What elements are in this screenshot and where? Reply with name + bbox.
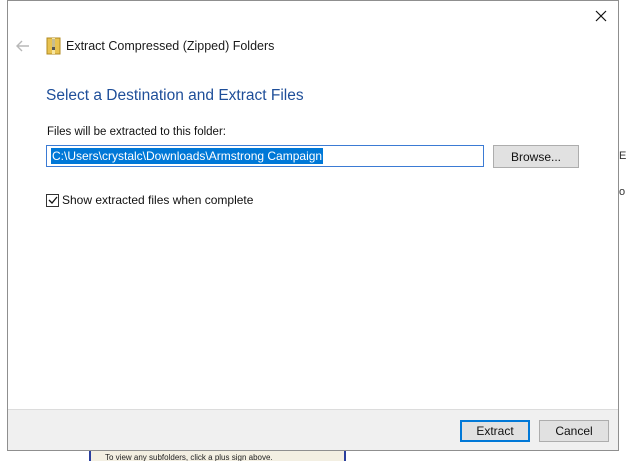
back-button[interactable] [14,37,32,55]
zip-folder-icon [46,37,61,55]
destination-label: Files will be extracted to this folder: [47,126,226,138]
destination-path-value: C:\Users\crystalc\Downloads\Armstrong Ca… [51,148,324,164]
browse-button[interactable]: Browse... [493,145,579,168]
cancel-button[interactable]: Cancel [539,420,609,442]
checkmark-icon [48,196,57,204]
dialog-footer: Extract Cancel [8,409,618,450]
page-heading: Select a Destination and Extract Files [46,87,304,104]
background-folder-panel: To view any subfolders, click a plus sig… [89,450,346,461]
background-text: o [619,186,626,198]
background-hint-text: To view any subfolders, click a plus sig… [105,453,273,461]
show-files-label: Show extracted files when complete [62,193,254,207]
background-text: E [619,150,627,162]
cancel-button-label: Cancel [555,424,593,438]
dialog-title-row: Extract Compressed (Zipped) Folders [46,36,274,56]
browse-button-label: Browse... [510,149,561,164]
back-arrow-icon [16,40,29,52]
extract-dialog: Extract Compressed (Zipped) Folders Sele… [7,0,619,451]
extract-button-label: Extract [476,424,514,438]
dialog-title: Extract Compressed (Zipped) Folders [66,39,275,53]
show-files-option[interactable]: Show extracted files when complete [46,193,253,207]
extract-button[interactable]: Extract [460,420,530,442]
show-files-checkbox[interactable] [46,193,59,207]
close-icon [595,10,607,22]
close-button[interactable] [590,5,612,27]
destination-path-input[interactable]: C:\Users\crystalc\Downloads\Armstrong Ca… [46,145,484,167]
